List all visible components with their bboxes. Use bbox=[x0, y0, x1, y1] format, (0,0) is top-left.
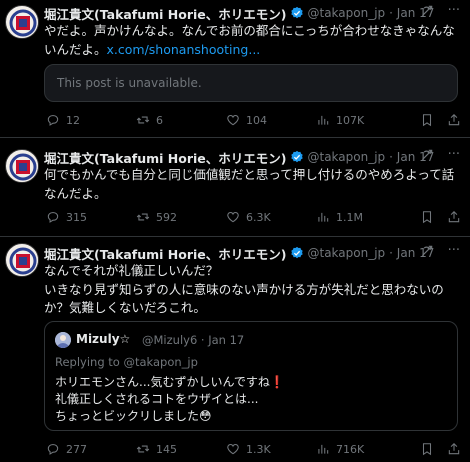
more-icon[interactable]: ··· bbox=[448, 3, 460, 18]
like-button[interactable]: 6.3K bbox=[226, 210, 271, 224]
bookmark-button[interactable] bbox=[420, 113, 434, 127]
reply-icon bbox=[47, 212, 59, 223]
quoted-text: ホリエモンさん...気むずかしいんですね❗ 礼儀正しくされるコトをウザイとは..… bbox=[55, 374, 285, 425]
repost-count: 145 bbox=[156, 442, 177, 456]
reply-icon bbox=[47, 115, 59, 126]
author-avatar[interactable] bbox=[5, 243, 39, 277]
verified-icon bbox=[290, 6, 303, 19]
action-bar: 315 592 6.3K 1.1M bbox=[44, 210, 470, 226]
author-avatar[interactable] bbox=[5, 5, 39, 39]
like-icon bbox=[227, 115, 239, 126]
tweet-text: なんでそれが礼儀正しいんだ？ いきなり見ず知らずの人に意味のない声かける方が失礼… bbox=[44, 263, 444, 315]
quoted-line-3: ちょっとビックリしました bbox=[55, 409, 200, 423]
share-icon bbox=[448, 211, 460, 223]
tweet-link[interactable]: x.com/shonanshooting... bbox=[107, 42, 261, 57]
grok-icon[interactable] bbox=[420, 4, 434, 22]
like-icon bbox=[227, 444, 239, 455]
quoted-line-2: 礼儀正しくされるコトをウザイとは... bbox=[55, 392, 259, 406]
tweet-header: 堀江貴文(Takafumi Horie、ホリエモン) @takapon_jp ·… bbox=[44, 148, 470, 166]
bookmark-icon bbox=[422, 114, 432, 127]
quoted-author-handle[interactable]: @Mizuly6 · Jan 17 bbox=[142, 333, 244, 347]
bookmark-button[interactable] bbox=[420, 210, 434, 224]
like-count: 104 bbox=[246, 113, 267, 127]
author-avatar[interactable] bbox=[5, 149, 39, 183]
author-name[interactable]: 堀江貴文(Takafumi Horie、ホリエモン) bbox=[44, 148, 287, 167]
repost-button[interactable]: 6 bbox=[136, 113, 163, 127]
bookmark-button[interactable] bbox=[420, 442, 434, 456]
like-button[interactable]: 1.3K bbox=[226, 442, 271, 456]
tweet-1[interactable]: 堀江貴文(Takafumi Horie、ホリエモン) @takapon_jp ·… bbox=[0, 0, 470, 136]
views-icon bbox=[318, 212, 329, 222]
author-name[interactable]: 堀江貴文(Takafumi Horie、ホリエモン) bbox=[44, 4, 287, 23]
unavailable-label: This post is unavailable. bbox=[57, 76, 202, 90]
share-icon bbox=[448, 443, 460, 455]
view-count: 716K bbox=[336, 442, 365, 456]
more-icon[interactable]: ··· bbox=[448, 147, 460, 162]
tweet-2[interactable]: 堀江貴文(Takafumi Horie、ホリエモン) @takapon_jp ·… bbox=[0, 138, 470, 236]
like-count: 1.3K bbox=[246, 442, 271, 456]
tweet-3[interactable]: 堀江貴文(Takafumi Horie、ホリエモン) @takapon_jp ·… bbox=[0, 237, 470, 462]
author-handle[interactable]: @takapon_jp bbox=[308, 6, 386, 20]
quoted-tweet[interactable]: Mizuly☆ @Mizuly6 · Jan 17 Replying to @t… bbox=[44, 321, 458, 431]
repost-icon bbox=[136, 213, 150, 221]
grok-icon[interactable] bbox=[420, 148, 434, 166]
like-button[interactable]: 104 bbox=[226, 113, 267, 127]
tweet-text: 何でもかんでも自分と同じ価値観だと思って押し付けるのやめろよって話なんだよ。 bbox=[44, 167, 455, 201]
replying-to: Replying to @takapon_jp bbox=[55, 355, 198, 369]
tweet-header: 堀江貴文(Takafumi Horie、ホリエモン) @takapon_jp ·… bbox=[44, 244, 470, 262]
verified-icon bbox=[290, 246, 303, 259]
author-handle[interactable]: @takapon_jp bbox=[308, 246, 386, 260]
views-button[interactable]: 716K bbox=[316, 442, 364, 456]
repost-count: 592 bbox=[156, 210, 177, 224]
views-icon bbox=[318, 115, 329, 125]
share-button[interactable] bbox=[447, 442, 461, 456]
flushed-emoji: 😳 bbox=[199, 409, 212, 423]
view-count: 107K bbox=[336, 113, 365, 127]
repost-button[interactable]: 592 bbox=[136, 210, 177, 224]
tweet-header: 堀江貴文(Takafumi Horie、ホリエモン) @takapon_jp ·… bbox=[44, 4, 470, 22]
action-bar: 12 6 104 107K bbox=[44, 113, 470, 129]
grok-icon[interactable] bbox=[420, 244, 434, 262]
share-icon bbox=[448, 114, 460, 126]
quoted-line-1: ホリエモンさん...気むずかしいんですね bbox=[55, 375, 270, 389]
reply-icon bbox=[47, 444, 59, 455]
bookmark-icon bbox=[422, 211, 432, 224]
reply-count: 12 bbox=[66, 113, 80, 127]
reply-count: 315 bbox=[66, 210, 87, 224]
like-count: 6.3K bbox=[246, 210, 271, 224]
tweet-text: やだよ。声かけんなよ。なんでお前の都合にこっちが合わせなきゃなんないんだよ。x.… bbox=[44, 22, 458, 59]
exclamation-emoji: ❗ bbox=[269, 375, 285, 389]
share-button[interactable] bbox=[447, 113, 461, 127]
repost-count: 6 bbox=[156, 113, 163, 127]
reply-count: 277 bbox=[66, 442, 87, 456]
view-count: 1.1M bbox=[336, 210, 363, 224]
action-bar: 277 145 1.3K 716K bbox=[44, 442, 470, 458]
author-handle[interactable]: @takapon_jp bbox=[308, 150, 386, 164]
repost-icon bbox=[136, 445, 150, 453]
views-button[interactable]: 107K bbox=[316, 113, 364, 127]
verified-icon bbox=[290, 150, 303, 163]
share-button[interactable] bbox=[447, 210, 461, 224]
reply-button[interactable]: 315 bbox=[46, 210, 87, 224]
bookmark-icon bbox=[422, 443, 432, 456]
repost-button[interactable]: 145 bbox=[136, 442, 177, 456]
reply-button[interactable]: 277 bbox=[46, 442, 87, 456]
views-button[interactable]: 1.1M bbox=[316, 210, 363, 224]
like-icon bbox=[227, 212, 239, 223]
unavailable-post: This post is unavailable. bbox=[44, 64, 458, 102]
quoted-avatar[interactable] bbox=[55, 332, 71, 348]
reply-button[interactable]: 12 bbox=[46, 113, 80, 127]
repost-icon bbox=[136, 116, 150, 124]
quoted-author-name[interactable]: Mizuly☆ bbox=[76, 332, 130, 346]
more-icon[interactable]: ··· bbox=[448, 243, 460, 258]
views-icon bbox=[318, 444, 329, 454]
author-name[interactable]: 堀江貴文(Takafumi Horie、ホリエモン) bbox=[44, 244, 287, 263]
